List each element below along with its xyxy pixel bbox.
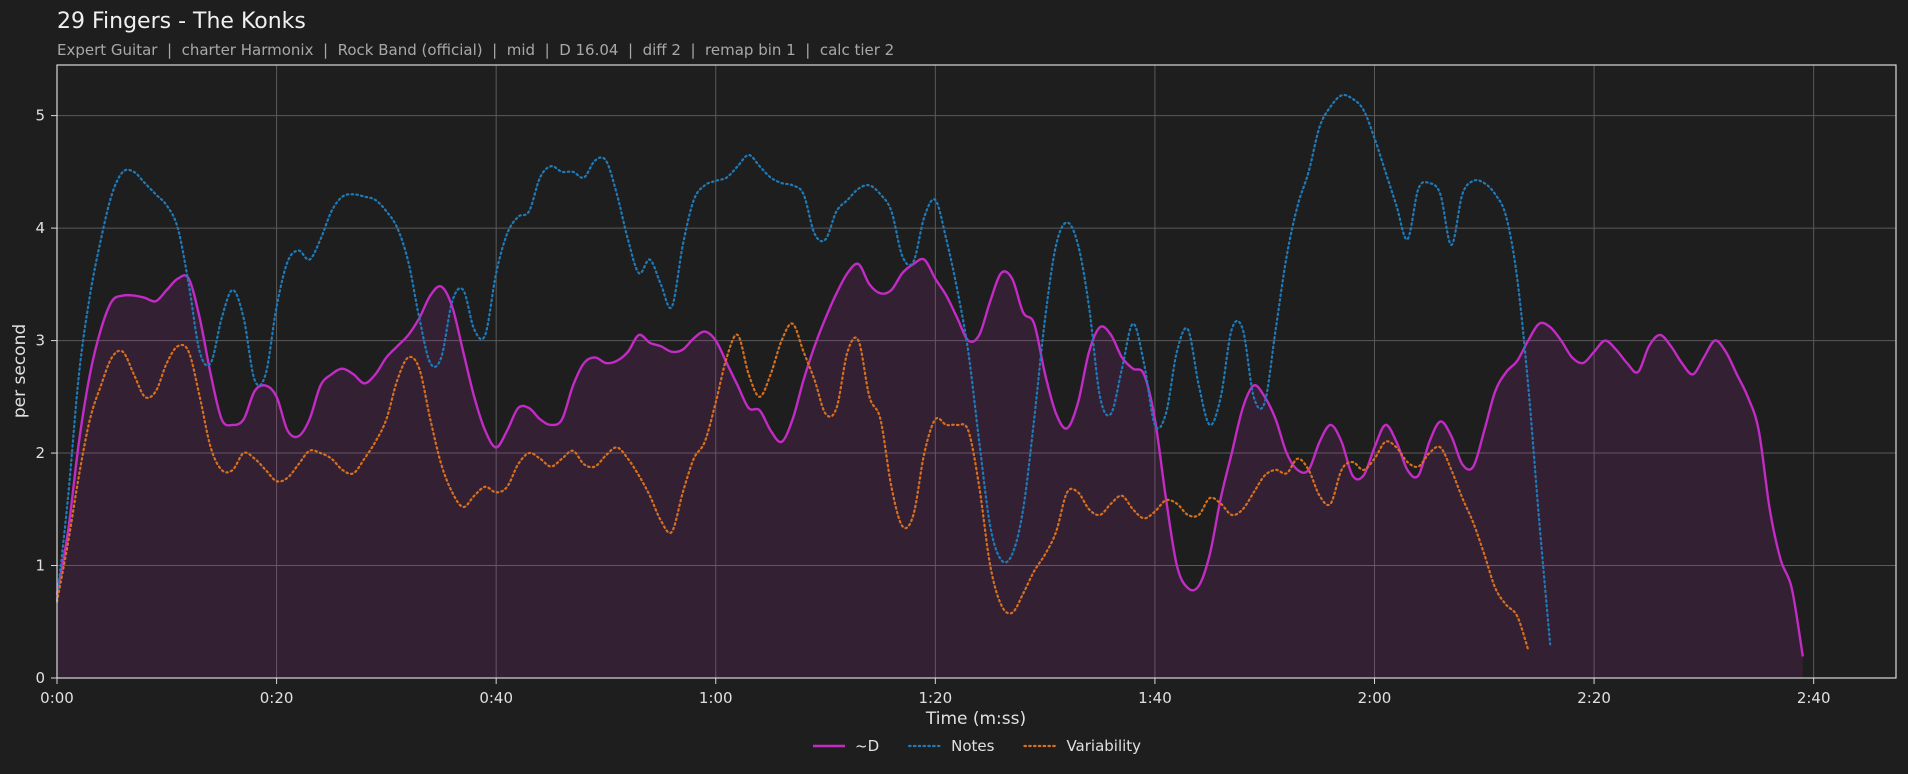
x-tick-label: 1:20 [918, 689, 952, 707]
legend-label-variability: Variability [1066, 737, 1141, 755]
x-tick-label: 1:00 [699, 689, 733, 707]
legend-label-d: ~D [855, 737, 879, 755]
x-tick-label: 0:00 [40, 689, 74, 707]
x-axis-label: Time (m:ss) [925, 709, 1026, 729]
chart-subtitle: Expert Guitar | charter Harmonix | Rock … [57, 41, 894, 59]
y-tick-label: 4 [35, 219, 45, 237]
x-tick-label: 2:00 [1358, 689, 1392, 707]
legend-label-notes: Notes [951, 737, 995, 755]
y-axis-ticks: 0 1 2 3 4 5 [35, 107, 57, 687]
y-tick-label: 1 [35, 557, 45, 575]
y-tick-label: 0 [35, 669, 45, 687]
x-axis-ticks: 0:00 0:20 0:40 1:00 1:20 1:40 2:00 2:20 2:40 [40, 678, 1831, 707]
x-tick-label: 2:40 [1797, 689, 1831, 707]
chart: 29 Fingers - The Konks Expert Guitar | c… [10, 9, 1897, 755]
chart-title: 29 Fingers - The Konks [57, 9, 306, 34]
x-tick-label: 1:40 [1138, 689, 1172, 707]
x-tick-label: 0:40 [479, 689, 513, 707]
x-tick-label: 2:20 [1577, 689, 1611, 707]
legend: ~D Notes Variability [813, 737, 1141, 755]
y-tick-label: 5 [35, 107, 45, 125]
y-axis-label: per second [10, 324, 30, 418]
x-tick-label: 0:20 [260, 689, 294, 707]
y-tick-label: 3 [35, 332, 45, 350]
y-tick-label: 2 [35, 444, 45, 462]
